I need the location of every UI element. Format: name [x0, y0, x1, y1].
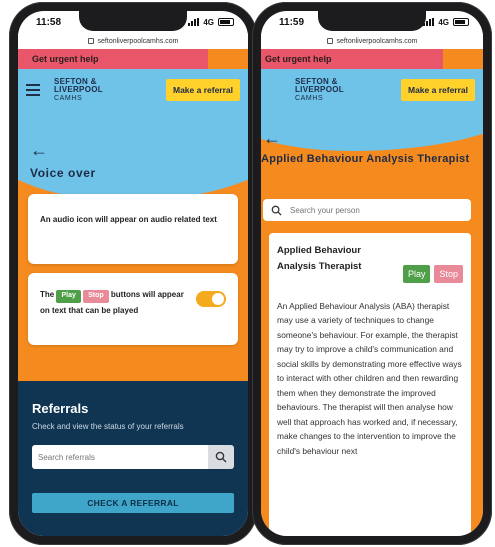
role-detail-section: ← Applied Behaviour Analysis Therapist A…	[261, 111, 483, 536]
urgent-stripe	[208, 49, 248, 69]
page-title: Applied Behaviour Analysis Therapist	[261, 153, 470, 165]
check-referral-button[interactable]: CHECK A REFERRAL	[32, 493, 234, 513]
status-icons: 4G	[423, 18, 469, 27]
search-referrals-input[interactable]	[32, 445, 208, 469]
decorative-wave	[18, 111, 248, 201]
url-text: seftonliverpoolcamhs.com	[336, 37, 418, 45]
role-detail-card: Applied Behaviour Analysis Therapist Pla…	[269, 233, 471, 536]
url-bar[interactable]: seftonliverpoolcamhs.com	[261, 33, 483, 49]
decorative-wave	[261, 111, 483, 151]
referrals-title: Referrals	[32, 401, 89, 416]
search-icon	[271, 205, 282, 216]
section-title: Voice over	[30, 166, 96, 180]
logo-line-3: CAMHS	[54, 94, 83, 102]
notch	[318, 11, 426, 31]
play-stop-info-card: The Play Stop buttons will appear on tex…	[28, 273, 238, 345]
network-type: 4G	[438, 17, 449, 27]
card-prefix: The	[40, 290, 55, 299]
battery-icon	[218, 18, 234, 26]
back-arrow-icon[interactable]: ←	[263, 129, 281, 147]
urgent-help-link[interactable]: Get urgent help	[18, 49, 248, 69]
referrals-section: Referrals Check and view the status of y…	[18, 381, 248, 536]
audio-card-text: An audio icon will appear on audio relat…	[40, 215, 217, 224]
notch	[79, 11, 187, 31]
play-button[interactable]: Play	[402, 265, 431, 283]
status-time: 11:58	[36, 16, 62, 28]
detail-header: Applied Behaviour Analysis Therapist Pla…	[277, 243, 463, 283]
search-icon	[215, 451, 227, 463]
audio-info-card: An audio icon will appear on audio relat…	[28, 194, 238, 264]
phone-right: 11:59 4G seftonliverpoolcamhs.com Get ur…	[252, 2, 492, 545]
status-icons: 4G	[188, 18, 234, 27]
url-bar[interactable]: seftonliverpoolcamhs.com	[18, 33, 248, 49]
lock-icon	[87, 38, 94, 44]
voice-over-section: ← Voice over An audio icon will appear o…	[18, 111, 248, 381]
url-text: seftonliverpoolcamhs.com	[97, 37, 179, 45]
search-person-input[interactable]	[290, 205, 463, 215]
hamburger-menu-icon[interactable]	[26, 84, 40, 96]
site-header: SEFTON & LIVERPOOL CAMHS Make a referral	[261, 69, 483, 111]
lock-icon	[326, 38, 333, 44]
back-arrow-icon[interactable]: ←	[30, 141, 48, 159]
battery-icon	[453, 18, 469, 26]
play-badge: Play	[56, 290, 81, 303]
status-time: 11:59	[279, 16, 305, 28]
urgent-help-label: Get urgent help	[32, 54, 99, 64]
site-logo[interactable]: SEFTON & LIVERPOOL CAMHS	[295, 77, 344, 102]
urgent-help-link[interactable]: Get urgent help	[261, 49, 483, 69]
voice-over-toggle[interactable]	[196, 291, 226, 307]
audio-controls: Play Stop	[402, 265, 463, 283]
screen-left: 11:58 4G seftonliverpoolcamhs.com Get ur…	[18, 11, 248, 536]
logo-line-3: CAMHS	[295, 94, 324, 102]
toggle-knob	[212, 293, 224, 305]
stop-badge: Stop	[83, 290, 109, 303]
make-referral-button[interactable]: Make a referral	[165, 79, 240, 101]
urgent-help-label: Get urgent help	[265, 54, 332, 64]
make-referral-button[interactable]: Make a referral	[400, 79, 475, 101]
signal-icon	[188, 18, 200, 26]
referrals-subtitle: Check and view the status of your referr…	[32, 422, 184, 431]
logo-line-2: LIVERPOOL	[54, 85, 103, 95]
stop-button[interactable]: Stop	[434, 265, 463, 283]
urgent-stripe	[443, 49, 483, 69]
screen-right: 11:59 4G seftonliverpoolcamhs.com Get ur…	[261, 11, 483, 536]
phone-left: 11:58 4G seftonliverpoolcamhs.com Get ur…	[9, 2, 257, 545]
person-search	[263, 199, 471, 221]
site-header: SEFTON & LIVERPOOL CAMHS Make a referral	[18, 69, 248, 111]
role-name: Applied Behaviour Analysis Therapist	[277, 245, 362, 273]
logo-line-2: LIVERPOOL	[295, 85, 344, 95]
network-type: 4G	[203, 17, 214, 27]
search-button[interactable]	[208, 445, 234, 469]
site-logo[interactable]: SEFTON & LIVERPOOL CAMHS	[54, 77, 103, 102]
referral-search	[32, 445, 234, 469]
role-description: An Applied Behaviour Analysis (ABA) ther…	[277, 301, 462, 456]
